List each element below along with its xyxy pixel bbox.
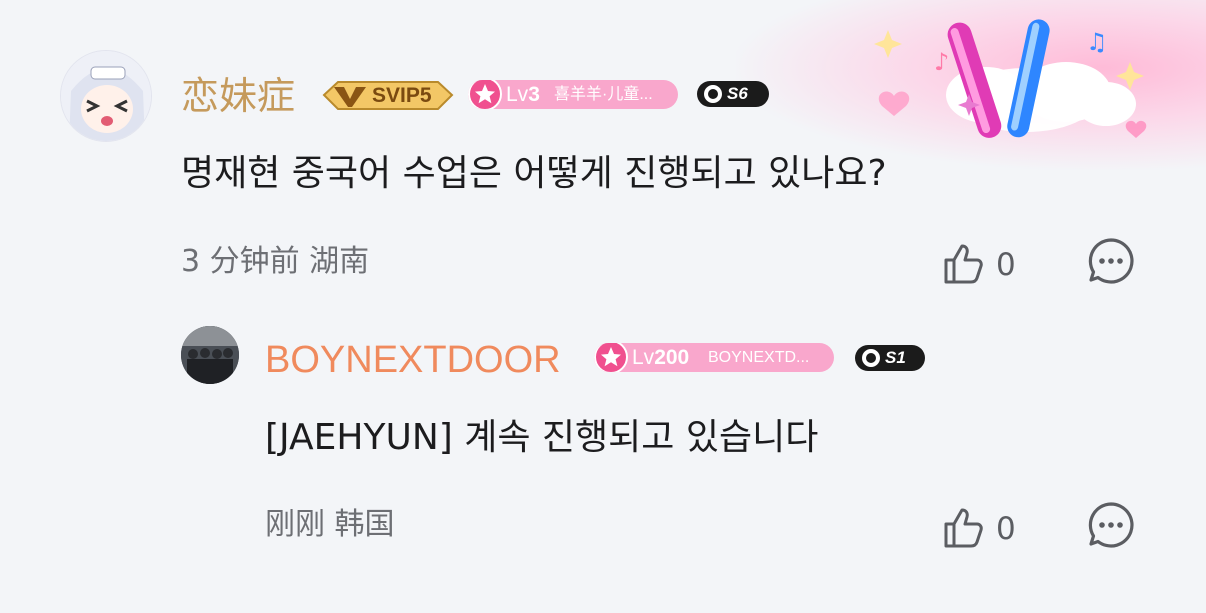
reply-avatar[interactable] (181, 326, 239, 384)
svip-badge: SVIP5 (320, 79, 455, 112)
reply-text: [JAEHYUN] 계속 진행되고 있습니다 (265, 417, 819, 458)
reply-username[interactable]: BOYNEXTDOOR (265, 338, 561, 382)
level-number: 3 (528, 83, 540, 106)
star-badge-icon (468, 80, 502, 109)
comment-bubble-icon (1088, 502, 1134, 548)
avatar[interactable] (60, 50, 152, 142)
thumbs-up-icon (944, 244, 983, 284)
like-count: 0 (996, 247, 1016, 283)
svip-label: SVIP5 (372, 84, 432, 107)
season-label: S6 (727, 84, 748, 103)
reply-level-prefix: Lv (632, 346, 655, 369)
reply-level-badge: Lv200 BOYNEXTD... (594, 343, 834, 372)
anime-avatar-image (61, 51, 151, 141)
reply-level-number: 200 (654, 346, 690, 369)
reply-like-button[interactable]: 0 (938, 502, 1038, 554)
comment-decoration: ♪ ♫ (736, 0, 1206, 170)
level-tag: 喜羊羊·儿童... (554, 86, 653, 103)
lightstick-decoration: ♪ ♫ (874, 19, 1147, 138)
svg-text:♫: ♫ (1086, 28, 1108, 56)
level-badge: Lv3 喜羊羊·儿童... (468, 80, 678, 109)
svg-text:♪: ♪ (934, 48, 949, 76)
reply-level-tag: BOYNEXTD... (708, 349, 810, 366)
comment-meta: 3 分钟前 湖南 (181, 244, 370, 279)
username[interactable]: 恋妹症 (181, 74, 295, 118)
comment-text: 명재현 중국어 수업은 어떻게 진행되고 있나요? (181, 153, 887, 194)
reply-meta: 刚刚 韩国 (265, 507, 395, 542)
level-prefix: Lv (506, 83, 529, 106)
reply-season-badge: S1 (855, 345, 925, 371)
reply-season-label: S1 (885, 348, 906, 367)
thumbs-up-icon (944, 508, 983, 548)
reply-button[interactable] (1086, 236, 1136, 286)
season-badge: S6 (697, 81, 769, 107)
reply-reply-button[interactable] (1086, 500, 1136, 550)
star-badge-icon (594, 343, 628, 372)
group-photo-avatar (181, 326, 239, 384)
like-button[interactable]: 0 (938, 238, 1038, 290)
comment-bubble-icon (1088, 238, 1134, 284)
season-ring-icon (862, 349, 880, 367)
reply-like-count: 0 (996, 511, 1016, 547)
season-ring-icon (704, 85, 722, 103)
